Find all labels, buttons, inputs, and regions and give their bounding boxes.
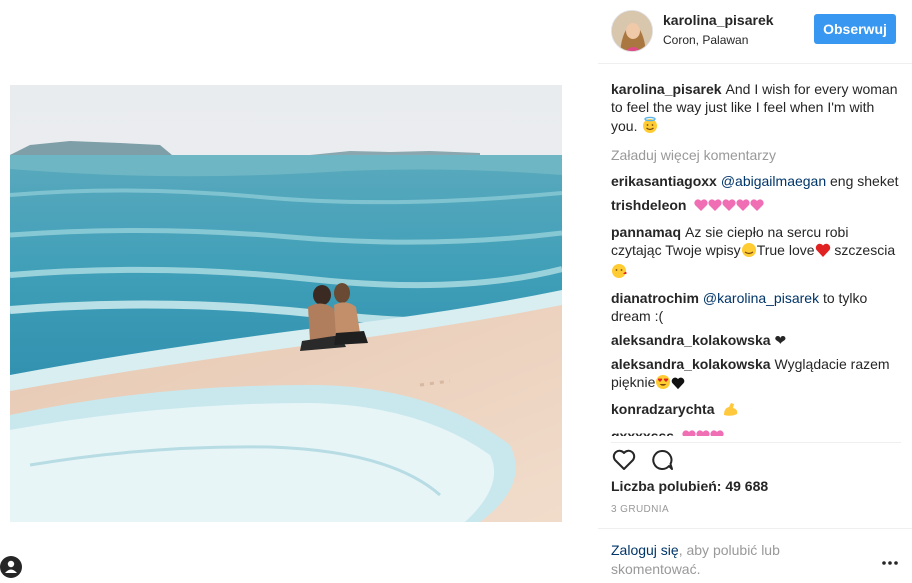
post-actions — [611, 442, 901, 474]
kissing-face-icon — [611, 263, 627, 283]
post-location[interactable]: Coron, Palawan — [663, 33, 748, 47]
follow-button[interactable]: Obserwuj — [814, 14, 896, 44]
angel-emoji-icon — [641, 116, 659, 138]
flexed-biceps-icon — [722, 401, 740, 421]
ellipsis-icon[interactable] — [880, 555, 900, 565]
list-item: gxxxxsss — [611, 427, 901, 436]
post-caption: karolina_pisarek And I wish for every wom… — [611, 80, 901, 138]
comment-text: eng sheket — [826, 173, 899, 189]
comment-mention[interactable]: @abigailmaegan — [721, 173, 826, 189]
comment-username[interactable]: aleksandra_kolakowska — [611, 332, 771, 348]
sparkling-hearts-icon — [682, 428, 726, 436]
comment-username[interactable]: pannamaq — [611, 224, 681, 240]
list-item: pannamaq Az sie ciepło na sercu robi czyt… — [611, 223, 901, 283]
list-item: erikasantiagoxx @abigailmaegan eng sheket — [611, 172, 901, 190]
login-link[interactable]: Zaloguj się — [611, 542, 679, 558]
list-item: dianatrochim @karolina_pisarek to tylko d… — [611, 289, 901, 325]
login-prompt: Zaloguj się, aby polubić lub skomentować… — [598, 528, 912, 583]
comment-username[interactable]: erikasantiagoxx — [611, 173, 717, 189]
comment-text: szczescia — [834, 242, 896, 258]
like-count: Liczba polubień: 49 688 — [611, 478, 769, 494]
post-side-panel: karolina_pisarek Coron, Palawan Obserwuj… — [598, 0, 912, 583]
author-username[interactable]: karolina_pisarek — [663, 12, 774, 28]
load-more-comments-link[interactable]: Załaduj więcej komentarzy — [611, 146, 901, 164]
comment-username[interactable]: konradzarychta — [611, 401, 714, 417]
heart-eyes-icon — [655, 374, 671, 394]
avatar[interactable] — [611, 10, 653, 52]
person-tag-icon[interactable] — [0, 556, 22, 583]
post-header: karolina_pisarek Coron, Palawan Obserwuj — [598, 0, 912, 64]
comment-text: ❤ — [774, 332, 787, 348]
list-item: trishdeleon — [611, 196, 901, 217]
heart-outline-icon[interactable] — [611, 447, 637, 473]
comment-username[interactable]: dianatrochim — [611, 290, 699, 306]
comment-text: True love — [756, 242, 815, 258]
comments-list[interactable]: karolina_pisarek And I wish for every wom… — [611, 80, 901, 436]
hugging-face-icon — [741, 242, 757, 262]
list-item: konradzarychta — [611, 400, 901, 421]
caption-username[interactable]: karolina_pisarek — [611, 81, 722, 97]
red-heart-icon — [815, 242, 831, 262]
comment-username[interactable]: gxxxxsss — [611, 428, 674, 436]
comment-username[interactable]: trishdeleon — [611, 197, 686, 213]
beach-photo — [10, 85, 562, 522]
black-heart-icon — [671, 376, 685, 394]
sparkling-hearts-icon — [694, 197, 766, 217]
post-photo[interactable] — [10, 85, 562, 522]
list-item: aleksandra_kolakowska Wyglądacie razem pi… — [611, 355, 901, 394]
comment-mention[interactable]: @karolina_pisarek — [703, 290, 819, 306]
list-item: aleksandra_kolakowska ❤ — [611, 331, 901, 349]
speech-bubble-icon[interactable] — [649, 447, 675, 473]
login-prompt-text: Zaloguj się, aby polubić lub skomentować… — [611, 541, 841, 579]
post-date[interactable]: 3 GRUDNIA — [611, 504, 669, 515]
comment-username[interactable]: aleksandra_kolakowska — [611, 356, 771, 372]
